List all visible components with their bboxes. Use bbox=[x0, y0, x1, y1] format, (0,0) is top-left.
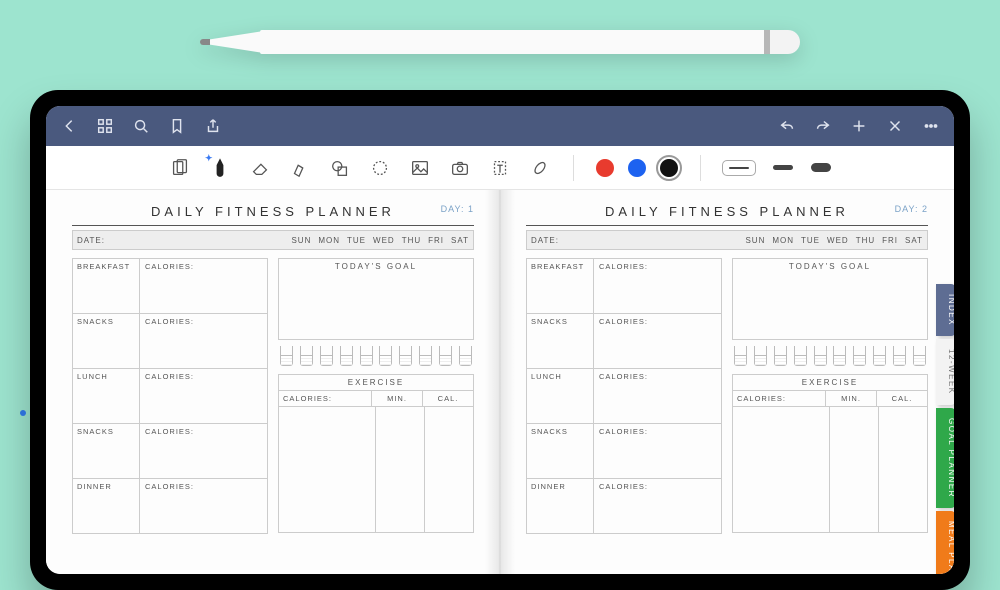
shapes-icon[interactable] bbox=[329, 155, 351, 181]
color-black[interactable] bbox=[660, 159, 678, 177]
page-title: DAILY FITNESS PLANNER bbox=[151, 204, 395, 219]
meal-breakfast[interactable]: BREAKFASTCALORIES: bbox=[526, 258, 722, 314]
water-tracker[interactable] bbox=[732, 346, 928, 366]
bookmark-icon[interactable] bbox=[168, 117, 186, 135]
day-tag: DAY: 1 bbox=[441, 204, 474, 214]
camera-indicator bbox=[20, 410, 26, 416]
meal-snacks[interactable]: SNACKSCALORIES: bbox=[526, 423, 722, 479]
pencil-body bbox=[260, 30, 770, 54]
meal-dinner[interactable]: DINNERCALORIES: bbox=[526, 478, 722, 534]
eraser-icon[interactable] bbox=[249, 155, 271, 181]
todays-goal[interactable]: TODAY'S GOAL bbox=[732, 258, 928, 340]
page-spread[interactable]: DAILY FITNESS PLANNER DAY: 1 DATE:SUNMONTU… bbox=[46, 190, 954, 574]
apple-pencil bbox=[200, 30, 800, 54]
image-icon[interactable] bbox=[409, 155, 431, 181]
todays-goal[interactable]: TODAY'S GOAL bbox=[278, 258, 474, 340]
lasso-icon[interactable] bbox=[369, 155, 391, 181]
app-titlebar bbox=[46, 106, 954, 146]
more-icon[interactable] bbox=[922, 117, 940, 135]
pen-icon[interactable]: ✦ bbox=[209, 155, 231, 181]
meal-snacks[interactable]: SNACKSCALORIES: bbox=[526, 313, 722, 369]
page-title: DAILY FITNESS PLANNER bbox=[605, 204, 849, 219]
shape-tool-icon[interactable] bbox=[169, 155, 191, 181]
side-tabs: INDEX12-WEEKGOAL PLANNERMEAL PLANNERRECI… bbox=[936, 284, 954, 574]
date-row[interactable]: DATE:SUNMONTUEWEDTHUFRISAT bbox=[72, 230, 474, 250]
date-row[interactable]: DATE:SUNMONTUEWEDTHUFRISAT bbox=[526, 230, 928, 250]
planner-page-day-1[interactable]: DAILY FITNESS PLANNER DAY: 1 DATE:SUNMONTU… bbox=[46, 190, 500, 574]
color-blue[interactable] bbox=[628, 159, 646, 177]
redo-icon[interactable] bbox=[814, 117, 832, 135]
meal-breakfast[interactable]: BREAKFASTCALORIES: bbox=[72, 258, 268, 314]
planner-page-day-2[interactable]: DAILY FITNESS PLANNER DAY: 2 DATE:SUNMONTU… bbox=[500, 190, 954, 574]
screen: ✦ DAILY FITNESS PLANNER DAY: 1 DATE:SUNMON… bbox=[46, 106, 954, 574]
close-icon[interactable] bbox=[886, 117, 904, 135]
tablet-frame: ✦ DAILY FITNESS PLANNER DAY: 1 DATE:SUNMON… bbox=[30, 90, 970, 590]
meal-snacks[interactable]: SNACKSCALORIES: bbox=[72, 313, 268, 369]
meal-lunch[interactable]: LUNCHCALORIES: bbox=[526, 368, 722, 424]
tab-12-week[interactable]: 12-WEEK bbox=[936, 339, 954, 405]
tab-goal-planner[interactable]: GOAL PLANNER bbox=[936, 408, 954, 508]
meal-snacks[interactable]: SNACKSCALORIES: bbox=[72, 423, 268, 479]
meal-lunch[interactable]: LUNCHCALORIES: bbox=[72, 368, 268, 424]
search-icon[interactable] bbox=[132, 117, 150, 135]
meal-dinner[interactable]: DINNERCALORIES: bbox=[72, 478, 268, 534]
pencil-cap bbox=[770, 30, 800, 54]
day-tag: DAY: 2 bbox=[895, 204, 928, 214]
exercise-table[interactable]: EXERCISECALORIES:MIN.CAL. bbox=[278, 374, 474, 533]
back-icon[interactable] bbox=[60, 117, 78, 135]
link-icon[interactable] bbox=[529, 155, 551, 181]
text-icon[interactable] bbox=[489, 155, 511, 181]
undo-icon[interactable] bbox=[778, 117, 796, 135]
stroke-thick[interactable] bbox=[811, 163, 831, 172]
tab-meal-planner[interactable]: MEAL PLANNER bbox=[936, 511, 954, 574]
add-icon[interactable] bbox=[850, 117, 868, 135]
camera-icon[interactable] bbox=[449, 155, 471, 181]
tab-index[interactable]: INDEX bbox=[936, 284, 954, 336]
highlighter-icon[interactable] bbox=[289, 155, 311, 181]
stroke-thin[interactable] bbox=[723, 161, 755, 175]
drawing-toolbar: ✦ bbox=[46, 146, 954, 190]
exercise-table[interactable]: EXERCISECALORIES:MIN.CAL. bbox=[732, 374, 928, 533]
water-tracker[interactable] bbox=[278, 346, 474, 366]
stroke-medium[interactable] bbox=[773, 165, 793, 170]
color-red[interactable] bbox=[596, 159, 614, 177]
thumbnails-icon[interactable] bbox=[96, 117, 114, 135]
share-icon[interactable] bbox=[204, 117, 222, 135]
